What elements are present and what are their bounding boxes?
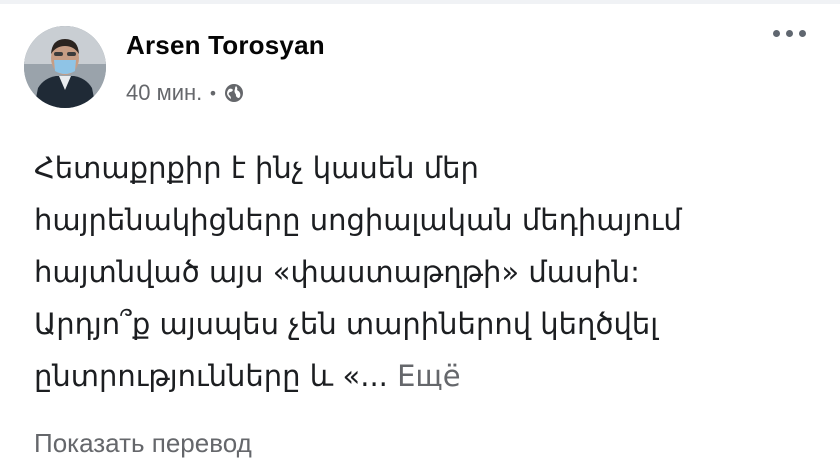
post-meta: 40 мин. • (126, 80, 244, 106)
post-text-line-last: ընտրությունները և «... Ещё (34, 350, 814, 402)
post-text: Հետաքրքիր է ինչ կասեն մեր հայրենակիցները… (34, 142, 814, 402)
post-text-line: ընտրությունները և «... (34, 359, 388, 393)
see-translation-link[interactable]: Показать перевод (34, 428, 252, 459)
globe-icon[interactable] (224, 83, 244, 103)
post-text-line: Արդյո՞ք այսպես չեն տարիներով կեղծվել (34, 307, 659, 341)
avatar[interactable] (24, 26, 106, 108)
author-name[interactable]: Arsen Torosyan (126, 30, 325, 61)
meta-separator: • (208, 83, 218, 103)
post-text-line: հայրենակիցները սոցիալական մեդիայում (34, 203, 682, 237)
more-dot (773, 30, 780, 37)
post-text-line: հայտնված այս «փաստաթղթի» մասին: (34, 255, 640, 289)
see-more-link[interactable]: Ещё (397, 359, 460, 393)
more-dot (799, 30, 806, 37)
avatar-image (24, 26, 106, 108)
top-divider (0, 0, 840, 4)
more-options-button[interactable] (773, 30, 806, 37)
post-text-line: Հետաքրքիր է ինչ կասեն մեր (34, 151, 479, 185)
more-dot (786, 30, 793, 37)
facebook-post: Arsen Torosyan 40 мин. • Հետաքրքիր է ինչ… (0, 0, 840, 458)
post-timestamp[interactable]: 40 мин. (126, 80, 202, 106)
